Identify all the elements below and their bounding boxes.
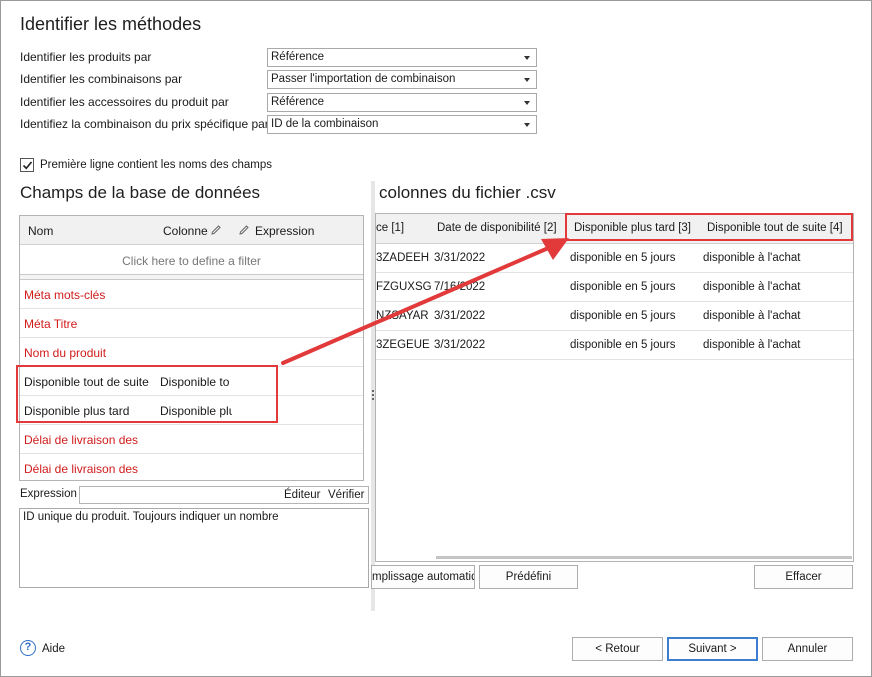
csv-cell: disponible à l'achat — [703, 281, 801, 293]
field-name: Méta Titre — [24, 317, 78, 331]
csv-columns-title: colonnes du fichier .csv — [379, 183, 556, 202]
pencil-icon — [239, 225, 249, 235]
highlight-box-db-fields — [16, 365, 278, 423]
first-line-header-label: Première ligne contient les noms des cha… — [40, 159, 273, 171]
help-icon[interactable]: ? — [20, 640, 36, 656]
horizontal-scrollbar[interactable] — [436, 556, 852, 559]
predefined-button[interactable]: Prédéfini — [479, 565, 578, 589]
chevron-down-icon — [524, 123, 530, 127]
identify-combinations-label: Identifier les combinaisons par — [20, 72, 183, 86]
identify-products-label: Identifier les produits par — [20, 50, 152, 64]
column-header-name[interactable]: Nom — [28, 224, 53, 238]
identify-combinations-value: Passer l'importation de combinaison — [271, 73, 456, 85]
chevron-down-icon — [524, 101, 530, 105]
cancel-button[interactable]: Annuler — [762, 637, 853, 661]
field-name: Méta mots-clés — [24, 288, 106, 302]
expression-input[interactable] — [79, 486, 369, 504]
csv-cell: disponible à l'achat — [703, 252, 801, 264]
identify-accessories-select[interactable]: Référence — [267, 93, 537, 112]
next-button[interactable]: Suivant > — [667, 637, 758, 661]
splitter-grip — [372, 394, 374, 396]
page-title: Identifier les méthodes — [20, 14, 202, 34]
field-name: Délai de livraison des — [24, 433, 139, 447]
csv-cell: disponible à l'achat — [703, 339, 801, 351]
connector-arrow-icon — [281, 238, 569, 365]
chevron-down-icon — [524, 56, 530, 60]
identify-accessories-value: Référence — [271, 96, 325, 108]
field-name: Nom du produit — [24, 346, 107, 360]
clear-button[interactable]: Effacer — [754, 565, 853, 589]
splitter-grip — [372, 390, 374, 392]
cancel-button-label: Annuler — [787, 643, 828, 655]
db-fields-title: Champs de la base de données — [20, 183, 261, 202]
table-row[interactable]: Délai de livraison des — [20, 454, 363, 480]
identify-combinations-select[interactable]: Passer l'importation de combinaison — [267, 70, 537, 89]
table-row[interactable]: Délai de livraison des — [20, 425, 363, 454]
help-label[interactable]: Aide — [42, 643, 65, 655]
splitter-grip — [372, 398, 374, 400]
csv-cell: disponible en 5 jours — [570, 310, 676, 322]
identify-products-select[interactable]: Référence — [267, 48, 537, 67]
back-button-label: < Retour — [595, 643, 640, 655]
editor-button[interactable]: Éditeur — [284, 489, 320, 501]
verify-button[interactable]: Vérifier — [328, 489, 364, 501]
pencil-icon — [211, 225, 221, 235]
checkmark-icon — [22, 161, 33, 170]
highlight-box-csv-headers — [565, 213, 853, 241]
csv-cell: disponible en 5 jours — [570, 339, 676, 351]
csv-cell: disponible en 5 jours — [570, 281, 676, 293]
identify-products-value: Référence — [271, 51, 325, 63]
chevron-down-icon — [524, 78, 530, 82]
import-wizard-window: Identifier les méthodes Identifier les p… — [0, 0, 872, 677]
column-header-column[interactable]: Colonne — [163, 224, 208, 238]
csv-cell: disponible à l'achat — [703, 310, 801, 322]
autofill-button[interactable]: mplissage automatiq — [371, 565, 475, 589]
identify-accessories-label: Identifier les accessoires du produit pa… — [20, 95, 229, 109]
identify-specific-price-select[interactable]: ID de la combinaison — [267, 115, 537, 134]
csv-cell: disponible en 5 jours — [570, 252, 676, 264]
field-name: Délai de livraison des — [24, 462, 139, 476]
expression-label: Expression — [20, 488, 77, 500]
identify-specific-price-label: Identifiez la combinaison du prix spécif… — [20, 117, 269, 131]
back-button[interactable]: < Retour — [572, 637, 663, 661]
identify-specific-price-value: ID de la combinaison — [271, 118, 379, 130]
field-description: ID unique du produit. Toujours indiquer … — [19, 508, 369, 588]
next-button-label: Suivant > — [688, 643, 737, 655]
first-line-header-checkbox[interactable] — [20, 158, 34, 172]
